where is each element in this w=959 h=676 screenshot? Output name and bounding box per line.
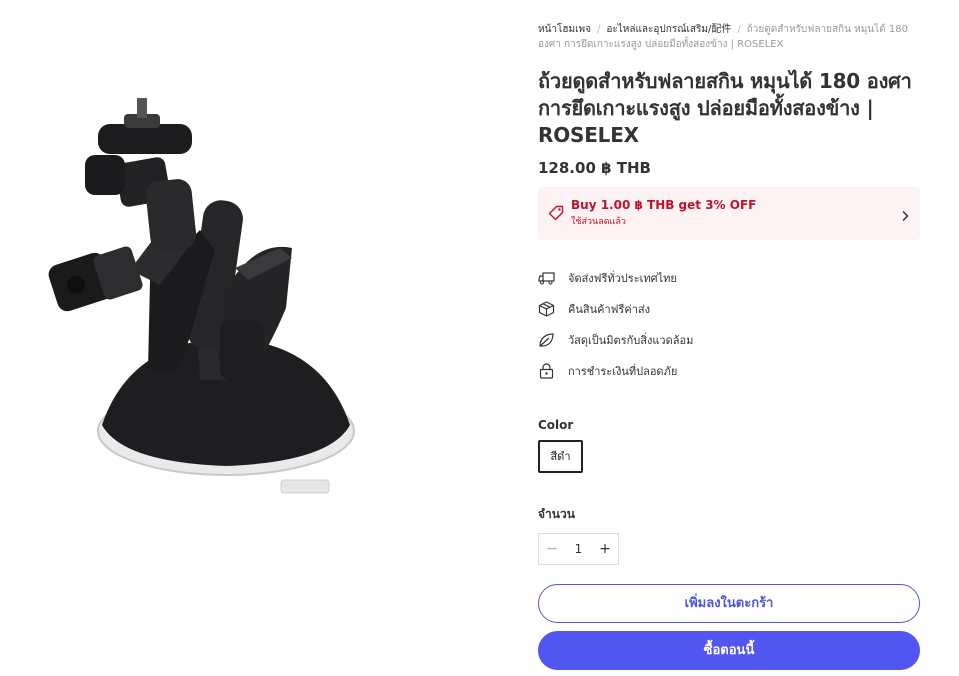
truck-icon: [538, 271, 555, 284]
product-title: ถ้วยดูดสำหรับฟลายสกิน หมุนได้ 180 องศา ก…: [538, 69, 912, 147]
quantity-increase-button[interactable]: +: [592, 541, 618, 557]
breadcrumb-separator: /: [737, 24, 741, 35]
tag-icon: [548, 205, 564, 225]
box-icon: [538, 300, 555, 317]
lock-icon: [539, 362, 554, 379]
promo-title: Buy 1.00 ฿ THB get 3% OFF: [571, 198, 757, 212]
quantity-stepper: − 1 +: [538, 533, 619, 565]
quantity-decrease-button[interactable]: −: [539, 541, 565, 557]
feature-item-shipping: จัดส่งฟรีทั่วประเทศไทย: [538, 262, 920, 293]
breadcrumb-category[interactable]: อะไหล่และอุปกรณ์เสริม/配件: [606, 24, 731, 35]
product-gallery: [0, 0, 410, 676]
breadcrumb-separator: /: [596, 24, 601, 35]
color-option-label: Color: [538, 418, 574, 432]
feature-label: การชำระเงินที่ปลอดภัย: [568, 364, 678, 378]
product-info: หน้าโฮมเพจ / อะไหล่และอุปกรณ์เสริม/配件 / ถ้วย…: [538, 22, 920, 670]
product-price: 128.00 ฿ THB: [538, 159, 651, 177]
breadcrumb: หน้าโฮมเพจ / อะไหล่และอุปกรณ์เสริม/配件 / ถ้วย…: [538, 22, 920, 52]
feature-item-eco: วัสดุเป็นมิตรกับสิ่งแวดล้อม: [538, 324, 920, 355]
quantity-label: จำนวน: [538, 507, 575, 521]
promo-text: Buy 1.00 ฿ THB get 3% OFF ใช้ส่วนลดแล้ว: [571, 198, 756, 228]
feature-item-returns: คืนสินค้าฟรีค่าส่ง: [538, 293, 920, 324]
feature-label: คืนสินค้าฟรีค่าส่ง: [568, 302, 650, 316]
leaf-icon: [539, 332, 554, 347]
buy-now-button[interactable]: ซื้อตอนนี้: [538, 631, 920, 670]
product-image[interactable]: [30, 80, 370, 520]
color-swatch-selected[interactable]: สีดำ: [538, 440, 583, 473]
breadcrumb-home[interactable]: หน้าโฮมเพจ: [538, 24, 591, 35]
quantity-value[interactable]: 1: [565, 542, 592, 556]
feature-list: จัดส่งฟรีทั่วประเทศไทย คืนสินค้าฟรีค่าส่…: [538, 262, 920, 386]
chevron-right-icon[interactable]: [900, 207, 910, 226]
feature-label: วัสดุเป็นมิตรกับสิ่งแวดล้อม: [568, 333, 694, 347]
feature-label: จัดส่งฟรีทั่วประเทศไทย: [568, 271, 677, 285]
promo-banner[interactable]: Buy 1.00 ฿ THB get 3% OFF ใช้ส่วนลดแล้ว: [538, 187, 920, 240]
promo-subtitle: ใช้ส่วนลดแล้ว: [571, 217, 626, 227]
add-to-cart-button[interactable]: เพิ่มลงในตะกร้า: [538, 584, 920, 623]
feature-item-payment: การชำระเงินที่ปลอดภัย: [538, 355, 920, 386]
